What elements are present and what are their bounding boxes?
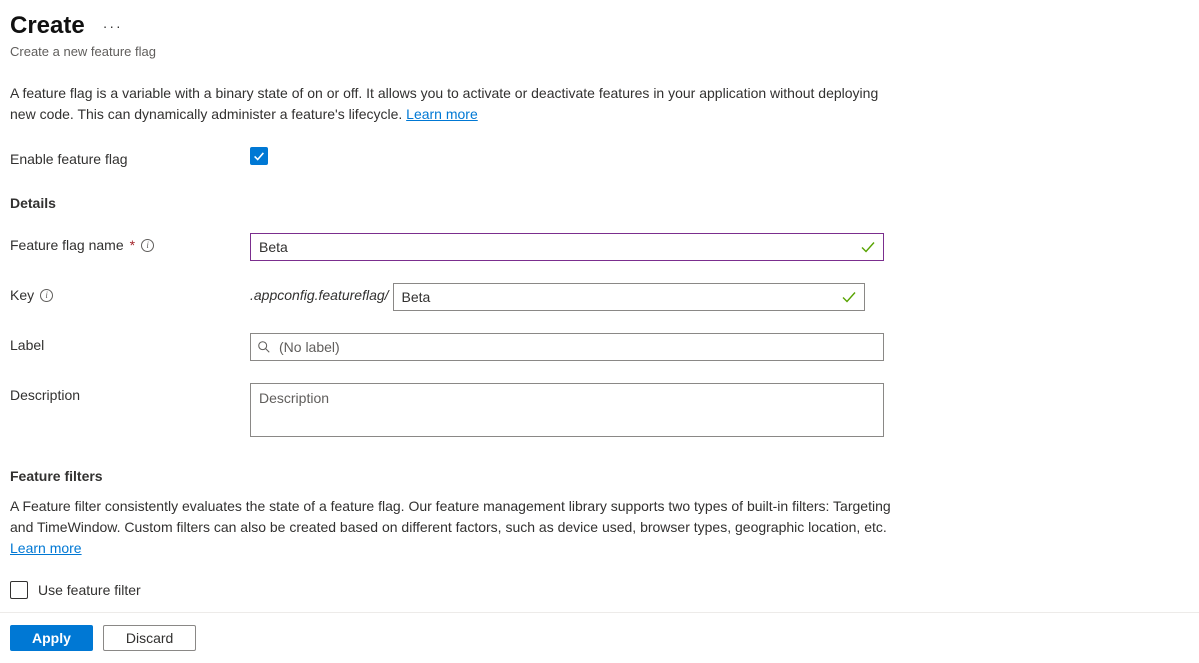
key-prefix: .appconfig.featureflag/	[250, 283, 393, 303]
form-content: A feature flag is a variable with a bina…	[0, 59, 1199, 599]
use-filter-label: Use feature filter	[38, 582, 141, 598]
enable-flag-checkbox[interactable]	[250, 147, 268, 165]
info-icon[interactable]: i	[40, 289, 53, 302]
required-indicator: *	[130, 237, 135, 253]
apply-button[interactable]: Apply	[10, 625, 93, 651]
footer-actions: Apply Discard	[0, 612, 1199, 663]
learn-more-link[interactable]: Learn more	[406, 106, 478, 122]
valid-check-icon	[860, 239, 876, 255]
details-section-title: Details	[10, 195, 1189, 211]
search-icon	[257, 340, 271, 354]
info-icon[interactable]: i	[141, 239, 154, 252]
page-header: Create ··· Create a new feature flag	[0, 0, 1199, 59]
flag-name-input[interactable]	[250, 233, 884, 261]
filters-learn-more-link[interactable]: Learn more	[10, 540, 82, 556]
intro-paragraph: A feature flag is a variable with a bina…	[10, 83, 880, 125]
description-label: Description	[10, 383, 250, 403]
filters-paragraph: A Feature filter consistently evaluates …	[10, 496, 905, 559]
page-subtitle: Create a new feature flag	[10, 44, 1189, 59]
description-input[interactable]	[250, 383, 884, 437]
filters-section-title: Feature filters	[10, 468, 1189, 484]
key-label: Key i	[10, 283, 250, 303]
enable-flag-label: Enable feature flag	[10, 147, 250, 167]
key-input[interactable]	[393, 283, 865, 311]
valid-check-icon	[841, 289, 857, 305]
flag-name-label-text: Feature flag name	[10, 237, 124, 253]
label-input[interactable]	[250, 333, 884, 361]
filters-text: A Feature filter consistently evaluates …	[10, 498, 891, 535]
label-field-label: Label	[10, 333, 250, 353]
page-title: Create	[10, 12, 85, 40]
more-menu-icon[interactable]: ···	[103, 19, 123, 33]
discard-button[interactable]: Discard	[103, 625, 196, 651]
check-icon	[252, 149, 266, 163]
flag-name-label: Feature flag name * i	[10, 233, 250, 253]
use-filter-checkbox[interactable]	[10, 581, 28, 599]
key-label-text: Key	[10, 287, 34, 303]
